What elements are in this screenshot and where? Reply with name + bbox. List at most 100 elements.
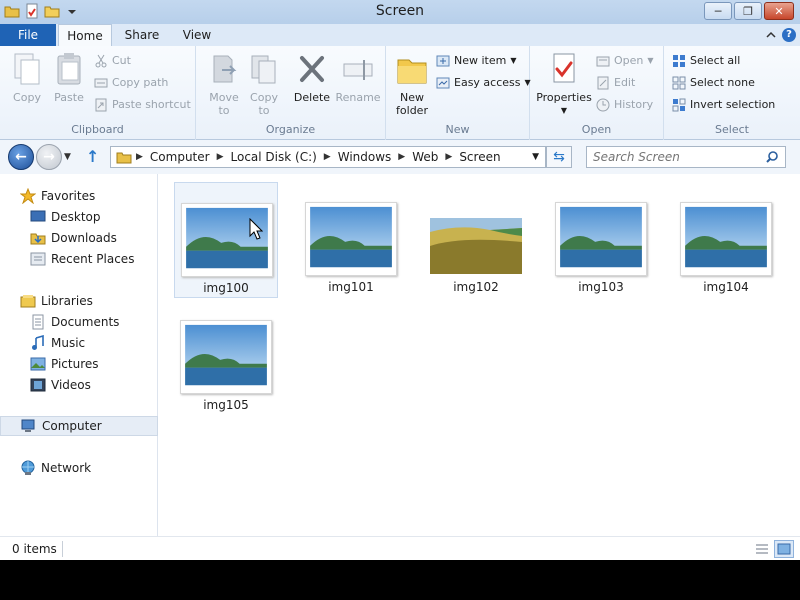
tab-home[interactable]: Home bbox=[58, 24, 112, 47]
address-bar[interactable]: ▶ Computer ▶ Local Disk (C:) ▶ Windows ▶… bbox=[110, 146, 546, 168]
recent-places-icon bbox=[30, 252, 46, 266]
open-label: Open bbox=[614, 54, 644, 67]
paste-shortcut-label: Paste shortcut bbox=[112, 98, 191, 111]
nav-videos-label: Videos bbox=[51, 378, 91, 392]
copy-path-button[interactable]: Copy path bbox=[94, 74, 168, 92]
up-arrow-icon[interactable]: ↑ bbox=[86, 147, 99, 166]
help-icon[interactable]: ? bbox=[782, 28, 796, 42]
open-button[interactable]: Open ▼ bbox=[596, 52, 654, 70]
details-view-button[interactable] bbox=[752, 540, 772, 558]
file-tile-img104[interactable]: img104 bbox=[674, 182, 778, 298]
file-tile-img101[interactable]: img101 bbox=[299, 182, 403, 298]
nav-music[interactable]: Music bbox=[0, 333, 158, 353]
invert-selection-button[interactable]: Invert selection bbox=[672, 96, 775, 114]
nav-libraries[interactable]: Libraries bbox=[0, 291, 158, 311]
paste-shortcut-button[interactable]: Paste shortcut bbox=[94, 96, 191, 114]
address-chevron-icon[interactable]: ▶ bbox=[442, 152, 455, 162]
search-input[interactable] bbox=[587, 147, 757, 167]
paste-button[interactable]: Paste bbox=[50, 52, 88, 104]
ribbon: Copy Paste Cut Copy path Paste shortcut … bbox=[0, 46, 800, 140]
copy-to-button[interactable]: Copy to bbox=[244, 52, 284, 117]
new-item-button[interactable]: New item ▼ bbox=[436, 52, 517, 70]
breadcrumb-local-disk[interactable]: Local Disk (C:) bbox=[227, 150, 321, 164]
address-dropdown-icon[interactable]: ▼ bbox=[532, 152, 539, 162]
nav-computer[interactable]: Computer bbox=[0, 416, 158, 436]
copy-icon bbox=[14, 53, 40, 85]
recent-locations-dropdown-icon[interactable]: ▼ bbox=[64, 152, 71, 162]
breadcrumb-windows[interactable]: Windows bbox=[334, 150, 396, 164]
nav-downloads[interactable]: Downloads bbox=[0, 228, 158, 248]
forward-button[interactable]: → bbox=[36, 144, 62, 170]
rename-button[interactable]: Rename bbox=[334, 52, 382, 104]
nav-favorites[interactable]: Favorites bbox=[0, 186, 158, 206]
item-count: 0 items bbox=[12, 542, 57, 556]
address-chevron-icon[interactable]: ▶ bbox=[321, 152, 334, 162]
copy-button[interactable]: Copy bbox=[8, 52, 46, 104]
close-button[interactable]: ✕ bbox=[764, 2, 794, 20]
network-icon bbox=[21, 460, 35, 475]
select-all-button[interactable]: Select all bbox=[672, 52, 740, 70]
ribbon-tabs: File Home Share View ? bbox=[0, 24, 800, 47]
file-tile-img105[interactable]: img105 bbox=[174, 300, 278, 416]
new-folder-button[interactable]: New folder bbox=[392, 52, 432, 117]
back-button[interactable]: ← bbox=[8, 144, 34, 170]
nav-network[interactable]: Network bbox=[0, 458, 158, 478]
tab-file[interactable]: File bbox=[0, 24, 56, 46]
nav-computer-label: Computer bbox=[42, 419, 102, 433]
nav-desktop[interactable]: Desktop bbox=[0, 207, 158, 227]
file-tile-img103[interactable]: img103 bbox=[549, 182, 653, 298]
nav-desktop-label: Desktop bbox=[51, 210, 101, 224]
file-name: img103 bbox=[578, 280, 624, 294]
large-icons-view-button[interactable] bbox=[774, 540, 794, 558]
minimize-button[interactable]: ─ bbox=[704, 2, 732, 20]
details-view-icon bbox=[756, 544, 768, 554]
search-box[interactable] bbox=[586, 146, 786, 168]
breadcrumb-computer[interactable]: Computer bbox=[146, 150, 214, 164]
maximize-button[interactable]: ❐ bbox=[734, 2, 762, 20]
nav-recent-places[interactable]: Recent Places bbox=[0, 249, 158, 269]
image-thumbnail bbox=[430, 218, 522, 274]
properties-button[interactable]: Properties ▼ bbox=[536, 52, 592, 117]
select-none-button[interactable]: Select none bbox=[672, 74, 755, 92]
file-name: img104 bbox=[703, 280, 749, 294]
invert-selection-icon bbox=[672, 98, 686, 112]
file-tile-img100[interactable]: img100 bbox=[174, 182, 278, 298]
file-tile-img102[interactable]: img102 bbox=[424, 182, 528, 298]
cut-button[interactable]: Cut bbox=[94, 52, 131, 70]
history-button[interactable]: History bbox=[596, 96, 653, 114]
copy-to-label-2: to bbox=[258, 104, 270, 117]
delete-button[interactable]: Delete bbox=[292, 52, 332, 104]
breadcrumb-web[interactable]: Web bbox=[408, 150, 442, 164]
paste-shortcut-icon bbox=[95, 98, 107, 112]
refresh-button[interactable]: ⇆ bbox=[546, 146, 572, 168]
nav-documents[interactable]: Documents bbox=[0, 312, 158, 332]
back-arrow-icon: ← bbox=[15, 149, 27, 165]
nav-pictures-label: Pictures bbox=[51, 357, 99, 371]
nav-pictures[interactable]: Pictures bbox=[0, 354, 158, 374]
tab-view[interactable]: View bbox=[172, 24, 222, 46]
large-icons-view-icon bbox=[777, 543, 791, 555]
minimize-ribbon-icon[interactable] bbox=[766, 30, 776, 40]
easy-access-button[interactable]: Easy access ▼ bbox=[436, 74, 531, 92]
copy-path-label: Copy path bbox=[112, 76, 169, 89]
computer-icon bbox=[21, 419, 35, 432]
search-icon[interactable] bbox=[765, 150, 779, 164]
address-chevron-icon[interactable]: ▶ bbox=[214, 152, 227, 162]
move-to-button[interactable]: Move to bbox=[204, 52, 244, 117]
nav-videos[interactable]: Videos bbox=[0, 375, 158, 395]
address-chevron-icon[interactable]: ▶ bbox=[395, 152, 408, 162]
breadcrumb-screen[interactable]: Screen bbox=[455, 150, 504, 164]
file-name: img100 bbox=[203, 281, 249, 295]
properties-icon bbox=[553, 53, 575, 83]
cut-label: Cut bbox=[112, 54, 131, 67]
copy-to-label-1: Copy bbox=[250, 91, 278, 104]
address-chevron-icon[interactable]: ▶ bbox=[133, 152, 146, 162]
tab-share[interactable]: Share bbox=[116, 24, 168, 46]
edit-label: Edit bbox=[614, 76, 636, 89]
edit-button[interactable]: Edit bbox=[596, 74, 635, 92]
nav-music-label: Music bbox=[51, 336, 86, 350]
title-bar: Screen ─ ❐ ✕ bbox=[0, 0, 800, 24]
history-label: History bbox=[614, 98, 654, 111]
nav-network-label: Network bbox=[41, 461, 92, 475]
navigation-pane: Favorites Desktop Downloads Recent Place… bbox=[0, 174, 158, 536]
